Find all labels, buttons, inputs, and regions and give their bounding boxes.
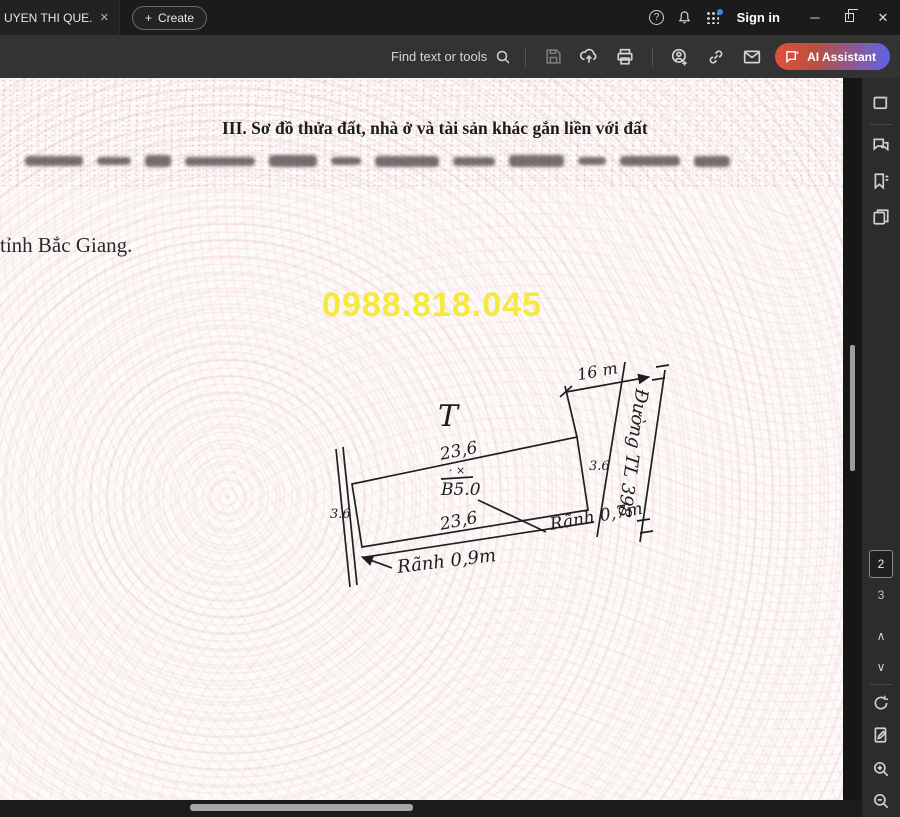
chevron-up-icon[interactable]: ∧ xyxy=(862,623,900,649)
chevron-down-icon[interactable]: ∨ xyxy=(862,654,900,680)
apps-grid-icon[interactable] xyxy=(699,4,727,32)
sidebar-divider xyxy=(870,124,892,125)
road-front-dimension: 16 m xyxy=(576,358,619,384)
ai-assistant-label: AI Assistant xyxy=(807,49,876,64)
copy-pages-icon[interactable] xyxy=(862,204,900,230)
upload-share-icon[interactable] xyxy=(576,44,602,70)
notifications-bell-icon[interactable] xyxy=(671,4,699,32)
toolbar-divider xyxy=(652,46,654,67)
plot-code: B5.0 xyxy=(440,480,481,500)
bottom-dimension: 23,6 xyxy=(437,508,479,535)
help-icon[interactable]: ? xyxy=(643,4,671,32)
save-icon[interactable] xyxy=(540,44,566,70)
next-page-number[interactable]: 3 xyxy=(862,588,900,602)
page-tools-icon[interactable] xyxy=(862,722,900,748)
document-tab[interactable]: UYEN THI QUE.pdf ✕ xyxy=(0,0,120,35)
plus-icon: + xyxy=(145,10,153,25)
vertical-scrollbar-track[interactable] xyxy=(843,78,862,817)
horizontal-scrollbar-track[interactable] xyxy=(0,800,862,817)
right-dimension: 3.6 xyxy=(589,459,610,474)
plot-code-marks: · × xyxy=(449,464,465,477)
tab-close-icon[interactable]: ✕ xyxy=(100,11,109,24)
vertical-scrollbar-thumb[interactable] xyxy=(850,345,855,471)
top-dimension: 23,6 xyxy=(437,438,479,465)
link-icon[interactable] xyxy=(703,44,729,70)
rotate-icon[interactable] xyxy=(862,690,900,716)
find-text-tool[interactable]: Find text or tools xyxy=(391,49,511,65)
toolbar-divider xyxy=(525,46,527,67)
comments-icon[interactable] xyxy=(862,132,900,158)
sign-in-button[interactable]: Sign in xyxy=(737,10,780,25)
land-plot-sketch: T 23,6 · × B5.0 23,6 3.6 3.6 16 m Rãnh 0… xyxy=(330,358,670,588)
toolbar: Find text or tools AI Assistant xyxy=(0,35,900,78)
dim-extension xyxy=(564,385,578,438)
restore-icon[interactable] xyxy=(832,0,866,35)
zoom-in-icon[interactable] xyxy=(862,756,900,782)
search-icon xyxy=(496,50,510,64)
tab-title: UYEN THI QUE.pdf xyxy=(4,10,92,25)
request-signature-icon[interactable] xyxy=(667,44,693,70)
sidebar-divider xyxy=(870,684,892,685)
ai-assistant-button[interactable]: AI Assistant xyxy=(775,43,890,70)
create-button-label: Create xyxy=(158,10,195,25)
left-dimension: 3.6 xyxy=(330,507,351,522)
zoom-out-icon[interactable] xyxy=(862,788,900,814)
print-icon[interactable] xyxy=(612,44,638,70)
ditch-09-leader xyxy=(360,555,393,569)
north-mark: T xyxy=(438,399,460,434)
email-icon[interactable] xyxy=(739,44,765,70)
current-page-indicator[interactable]: 2 xyxy=(869,550,893,578)
create-button[interactable]: + Create xyxy=(132,5,208,30)
ai-chat-icon xyxy=(786,50,800,64)
close-icon[interactable]: ✕ xyxy=(866,0,900,35)
minimize-icon[interactable]: ─ xyxy=(798,0,832,35)
find-label: Find text or tools xyxy=(390,49,488,64)
notification-dot xyxy=(716,8,723,15)
right-sidebar: 2 3 ∧ ∨ xyxy=(862,78,900,817)
ai-assistant-panel-icon[interactable] xyxy=(862,90,900,116)
pdf-page[interactable]: III. Sơ đồ thửa đất, nhà ở và tài sản kh… xyxy=(0,78,843,800)
titlebar: UYEN THI QUE.pdf ✕ + Create ? Sign in ─ … xyxy=(0,0,900,35)
horizontal-scrollbar-thumb[interactable] xyxy=(190,804,413,811)
bookmarks-icon[interactable] xyxy=(862,168,900,194)
